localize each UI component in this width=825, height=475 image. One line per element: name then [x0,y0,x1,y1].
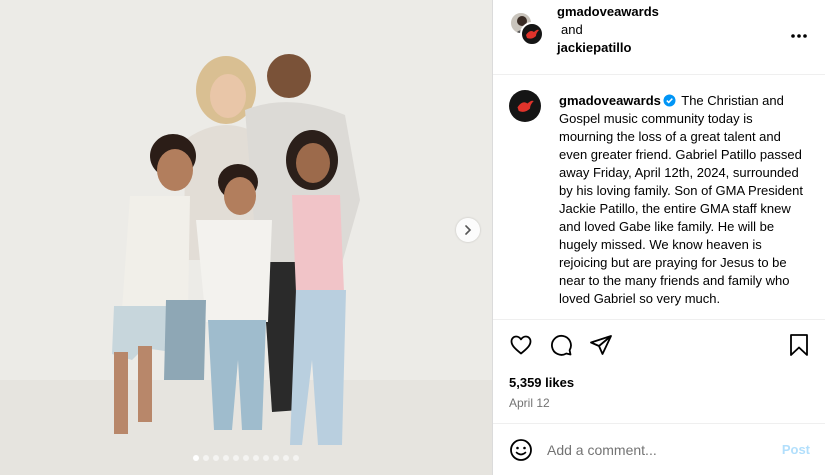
next-image-button[interactable] [456,218,480,242]
carousel-dot [213,455,219,461]
caption-area: gmadoveawards The Christian and Gospel m… [493,76,825,320]
verified-badge-icon [663,94,676,107]
like-button[interactable] [509,333,533,362]
post-media [0,0,492,475]
likes-count[interactable]: 5,359 likes [509,375,574,390]
caption-body: The Christian and Gospel music community… [559,93,803,306]
header-username[interactable]: gmadoveawards [557,3,659,21]
caption-username[interactable]: gmadoveawards [559,93,661,108]
share-button[interactable] [589,333,613,362]
dove-logo-icon [526,29,539,39]
more-horizontal-icon [791,34,807,38]
bookmark-icon [790,334,808,356]
carousel-dot [293,455,299,461]
carousel-dot [243,455,249,461]
carousel-dot [263,455,269,461]
comment-bar: Post [493,423,825,475]
carousel-dot [193,455,199,461]
collab-usernames: gmadoveawards and jackiepatillo [557,3,659,57]
carousel-dot [223,455,229,461]
carousel-dot [233,455,239,461]
action-bar [493,333,825,359]
dove-logo-icon [517,100,534,112]
comment-icon [551,334,572,356]
heart-icon [510,335,532,355]
chevron-right-icon [465,225,472,235]
avatar [520,22,544,46]
post-header: gmadoveawards and jackiepatillo [493,0,825,75]
carousel-dot [283,455,289,461]
emoji-button[interactable] [509,438,533,467]
carousel-dot [203,455,209,461]
emoji-icon [510,439,532,461]
collab-avatars[interactable] [510,12,544,46]
carousel-dot [273,455,279,461]
caption-text: gmadoveawards The Christian and Gospel m… [559,92,809,308]
carousel-indicator [0,455,492,461]
save-button[interactable] [788,333,810,362]
send-icon [590,335,612,355]
carousel-dot [253,455,259,461]
header-username[interactable]: jackiepatillo [557,39,659,57]
post-comment-button[interactable]: Post [782,442,810,457]
post-date[interactable]: April 12 [509,396,550,410]
header-joiner: and [561,22,583,37]
comment-button[interactable] [549,333,573,362]
avatar[interactable] [509,90,541,122]
post-side-panel: gmadoveawards and jackiepatillo gmadovea… [492,0,825,475]
more-options-button[interactable] [790,26,808,44]
family-photo [0,0,492,475]
comment-input[interactable] [547,438,767,462]
